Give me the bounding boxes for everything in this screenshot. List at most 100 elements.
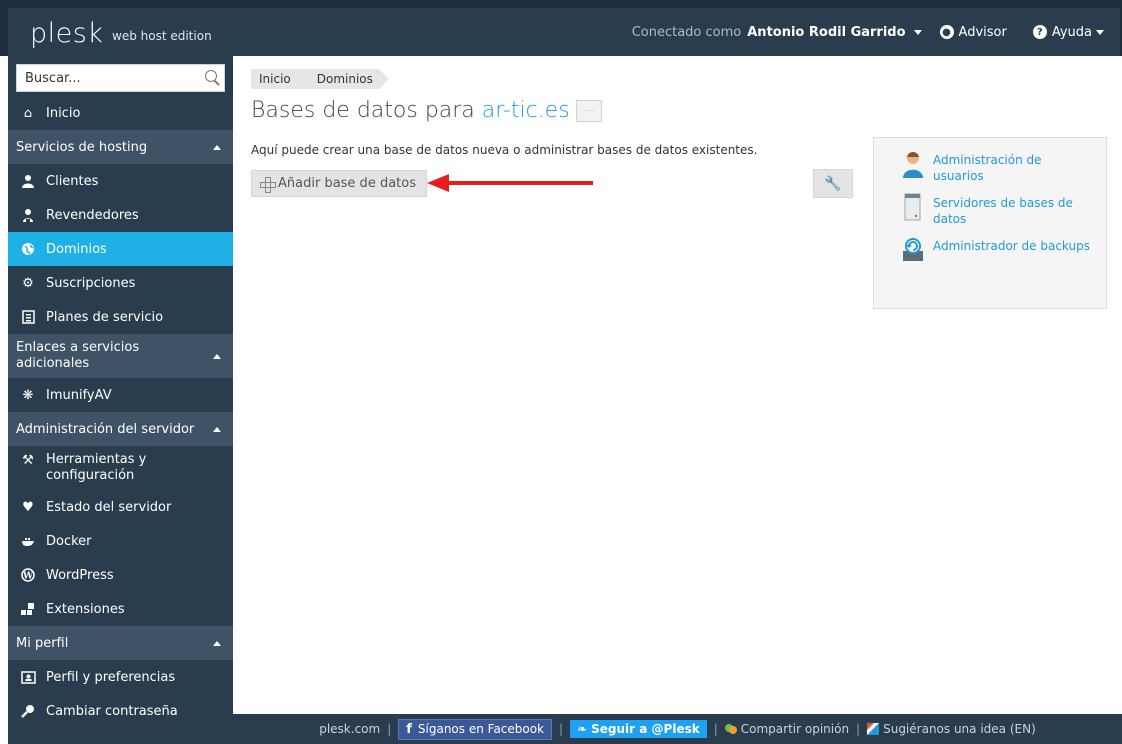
separator: | xyxy=(559,722,564,736)
gear-icon: ⚙ xyxy=(22,275,34,291)
search-input[interactable] xyxy=(17,65,224,91)
separator: | xyxy=(713,722,718,736)
sidebar-item-imunifyav[interactable]: ❋ ImunifyAV xyxy=(8,378,233,412)
advisor-link[interactable]: ● Advisor xyxy=(939,24,1007,40)
page-title-domain-link[interactable]: ar-tic.es xyxy=(482,98,570,123)
collapse-icon xyxy=(213,640,221,646)
heart-icon: ♥ xyxy=(22,499,34,515)
sidebar-item-label: Planes de servicio xyxy=(46,309,164,325)
footer: plesk.com | f Síganos en Facebook | ❧ Se… xyxy=(233,714,1122,744)
facebook-button[interactable]: f Síganos en Facebook xyxy=(398,718,553,740)
sidebar-item-label: WordPress xyxy=(46,567,114,583)
backup-manager-link[interactable]: Administrador de backups xyxy=(902,236,1092,264)
idea-label: Sugiéranos una idea (EN) xyxy=(883,722,1036,736)
sidebar-item-label: Inicio xyxy=(46,105,81,121)
breadcrumb-domains[interactable]: Dominios xyxy=(296,69,390,89)
breadcrumb-home[interactable]: Inicio xyxy=(251,69,307,89)
main-content: Inicio Dominios Bases de datos para ar-t… xyxy=(233,56,1122,714)
database-tools-panel: Administración de usuarios Servidores de… xyxy=(873,137,1107,309)
feedback-icon xyxy=(724,724,737,734)
sidebar-item-clients[interactable]: Clientes xyxy=(8,164,233,198)
cog-icon: ❋ xyxy=(22,387,34,403)
user-name: Antonio Rodil Garrido xyxy=(747,24,906,40)
collapse-icon xyxy=(213,353,221,359)
sidebar-item-subscriptions[interactable]: ⚙ Suscripciones xyxy=(8,266,233,300)
plus-icon xyxy=(260,176,276,193)
page-title-text: Bases de datos para xyxy=(251,98,475,123)
user-management-label: Administración de usuarios xyxy=(933,153,1042,183)
help-menu[interactable]: ? Ayuda xyxy=(1032,24,1104,40)
advisor-icon: ● xyxy=(939,25,954,39)
help-icon: ? xyxy=(1032,25,1047,39)
add-database-button[interactable]: Añadir base de datos xyxy=(251,170,427,197)
collapse-icon xyxy=(213,144,221,150)
red-arrow-annotation xyxy=(427,174,593,192)
sidebar-item-label: ImunifyAV xyxy=(46,387,112,403)
separator: | xyxy=(856,722,861,736)
docker-icon xyxy=(20,533,36,549)
section-server-admin[interactable]: Administración del servidor xyxy=(8,412,233,446)
section-my-profile[interactable]: Mi perfil xyxy=(8,626,233,660)
extensions-icon xyxy=(20,601,36,617)
more-options-button[interactable]: ··· xyxy=(575,99,602,122)
database-servers-label: Servidores de bases de datos xyxy=(933,196,1073,226)
sidebar-item-label: Suscripciones xyxy=(46,275,136,291)
sidebar-item-tools-settings[interactable]: ⚒ Herramientas y configuración xyxy=(8,446,233,490)
advisor-label: Advisor xyxy=(958,24,1007,40)
sidebar-item-label: Estado del servidor xyxy=(46,499,172,515)
wrench-icon: 🔧 xyxy=(824,175,842,192)
breadcrumb: Inicio Dominios xyxy=(251,69,390,89)
twitter-button[interactable]: ❧ Seguir a @Plesk xyxy=(570,720,707,738)
plesk-site-link[interactable]: plesk.com xyxy=(319,722,380,736)
sidebar-item-docker[interactable]: Docker xyxy=(8,524,233,558)
sidebar-item-label: Docker xyxy=(46,533,92,549)
sidebar-item-wordpress[interactable]: W WordPress xyxy=(8,558,233,592)
sidebar-item-domains[interactable]: Dominios xyxy=(8,232,233,266)
page-title: Bases de datos para ar-tic.es ··· xyxy=(251,98,602,123)
idea-icon xyxy=(867,723,880,735)
backup-manager-label: Administrador de backups xyxy=(933,239,1090,253)
user-menu[interactable]: Antonio Rodil Garrido xyxy=(747,24,922,40)
sidebar-item-home[interactable]: ⌂ Inicio xyxy=(8,96,233,130)
sidebar-item-resellers[interactable]: Revendedores xyxy=(8,198,233,232)
sidebar: ⌂ Inicio Servicios de hosting Clientes R… xyxy=(8,56,233,744)
connected-as-label: Conectado como xyxy=(631,24,742,40)
plesk-logo[interactable]: plesk xyxy=(30,18,103,49)
server-icon xyxy=(904,193,921,221)
sidebar-item-change-password[interactable]: Cambiar contraseña xyxy=(8,694,233,728)
idea-link[interactable]: Sugiéranos una idea (EN) xyxy=(867,722,1036,736)
user-management-link[interactable]: Administración de usuarios xyxy=(902,150,1092,184)
sidebar-item-service-plans[interactable]: Planes de servicio xyxy=(8,300,233,334)
feedback-link[interactable]: Compartir opinión xyxy=(724,722,849,736)
top-right-menu: Conectado como Antonio Rodil Garrido ● A… xyxy=(632,8,1120,56)
backup-icon xyxy=(903,238,923,261)
user-admin-icon xyxy=(903,151,923,178)
reseller-icon xyxy=(20,207,36,223)
section-additional-services[interactable]: Enlaces a servicios adicionales xyxy=(8,334,233,378)
globe-icon xyxy=(20,241,36,257)
svg-text:W: W xyxy=(22,572,34,582)
sidebar-item-label: Herramientas y configuración xyxy=(46,452,147,483)
section-hosting-services[interactable]: Servicios de hosting xyxy=(8,130,233,164)
edition-label: web host edition xyxy=(112,29,212,43)
sidebar-item-extensions[interactable]: Extensiones xyxy=(8,592,233,626)
page-description: Aquí puede crear una base de datos nueva… xyxy=(251,143,758,157)
collapse-icon xyxy=(213,426,221,432)
sidebar-item-profile-preferences[interactable]: Perfil y preferencias xyxy=(8,660,233,694)
wrench-button[interactable]: 🔧 xyxy=(813,169,853,198)
sidebar-item-server-status[interactable]: ♥ Estado del servidor xyxy=(8,490,233,524)
search-icon[interactable] xyxy=(205,70,217,82)
key-icon xyxy=(20,703,36,719)
top-bar-inner: plesk web host edition Conectado como An… xyxy=(8,8,1120,56)
database-servers-link[interactable]: Servidores de bases de datos xyxy=(902,193,1092,227)
section-label: Servicios de hosting xyxy=(16,139,148,155)
sidebar-item-label: Cambiar contraseña xyxy=(46,703,178,719)
sidebar-search xyxy=(16,64,225,92)
home-icon: ⌂ xyxy=(23,105,33,121)
sidebar-item-label: Perfil y preferencias xyxy=(46,669,176,685)
twitter-label: Seguir a @Plesk xyxy=(591,722,700,736)
profile-card-icon xyxy=(20,669,36,685)
help-label: Ayuda xyxy=(1051,24,1092,40)
chevron-down-icon xyxy=(1096,29,1104,35)
user-icon xyxy=(20,173,36,189)
